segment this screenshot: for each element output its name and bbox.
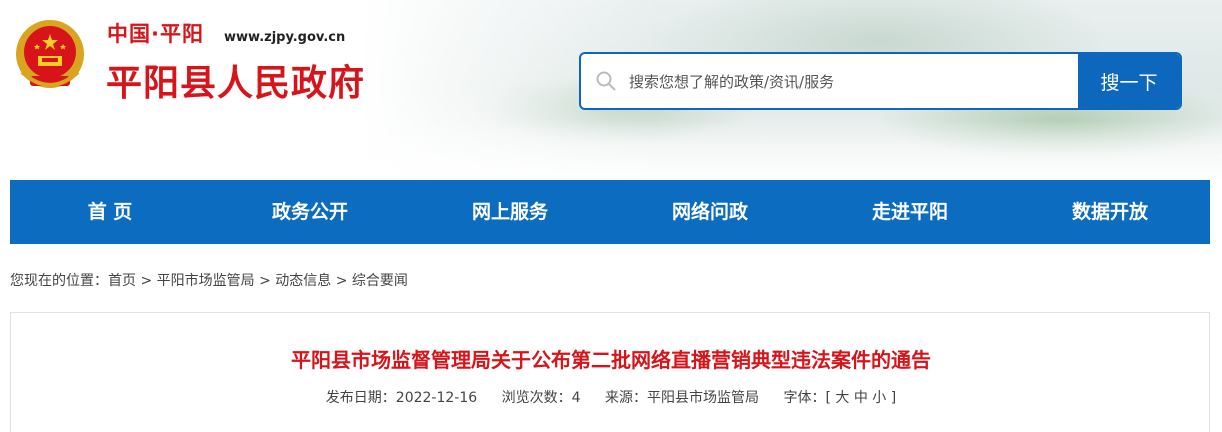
site-url: www.zjpy.gov.cn — [224, 30, 346, 45]
nav-item-online-inquiry[interactable]: 网络问政 — [610, 180, 810, 244]
article-source: 来源：平阳县市场监管局 — [605, 390, 759, 406]
nav-item-government-affairs[interactable]: 政务公开 — [210, 180, 410, 244]
site-region-label: 中国·平阳 — [107, 22, 204, 46]
nav-item-home[interactable]: 首 页 — [10, 180, 210, 244]
search-button[interactable]: 搜一下 — [1078, 54, 1180, 108]
search-icon — [596, 71, 616, 91]
breadcrumb-item-home[interactable]: 首页 — [108, 273, 136, 289]
national-emblem-icon — [16, 20, 84, 88]
site-title[interactable]: 平阳县人民政府 — [106, 54, 365, 106]
search-input[interactable] — [627, 54, 1071, 108]
font-size-switcher[interactable]: 字体：[ 大 中 小 ] — [783, 390, 896, 406]
view-count: 浏览次数：4 — [501, 390, 581, 406]
site-header: 中国·平阳 www.zjpy.gov.cn 平阳县人民政府 搜一下 — [0, 0, 1222, 180]
main-nav: 首 页 政务公开 网上服务 网络问政 走进平阳 数据开放 — [10, 180, 1210, 244]
breadcrumb-prefix: 您现在的位置： — [10, 273, 108, 289]
breadcrumb: 您现在的位置：首页 > 平阳市场监管局 > 动态信息 > 综合要闻 — [10, 270, 408, 290]
article-title: 平阳县市场监督管理局关于公布第二批网络直播营销典型违法案件的通告 — [291, 348, 931, 372]
breadcrumb-separator: > — [254, 273, 276, 289]
breadcrumb-separator: > — [331, 273, 352, 289]
publish-date: 发布日期：2022-12-16 — [325, 390, 478, 406]
nav-item-online-services[interactable]: 网上服务 — [410, 180, 610, 244]
breadcrumb-item-news[interactable]: 动态信息 — [275, 273, 331, 289]
breadcrumb-item-market-bureau[interactable]: 平阳市场监管局 — [157, 273, 255, 289]
breadcrumb-item-general-news[interactable]: 综合要闻 — [352, 273, 408, 289]
nav-item-open-data[interactable]: 数据开放 — [1010, 180, 1210, 244]
article-meta: 发布日期：2022-12-16 浏览次数：4 来源：平阳县市场监管局 字体：[ … — [0, 387, 1222, 407]
banner-bottom-fade — [360, 120, 1222, 180]
nav-item-about-pingyang[interactable]: 走进平阳 — [810, 180, 1010, 244]
breadcrumb-separator: > — [136, 273, 157, 289]
search-box: 搜一下 — [579, 52, 1182, 110]
